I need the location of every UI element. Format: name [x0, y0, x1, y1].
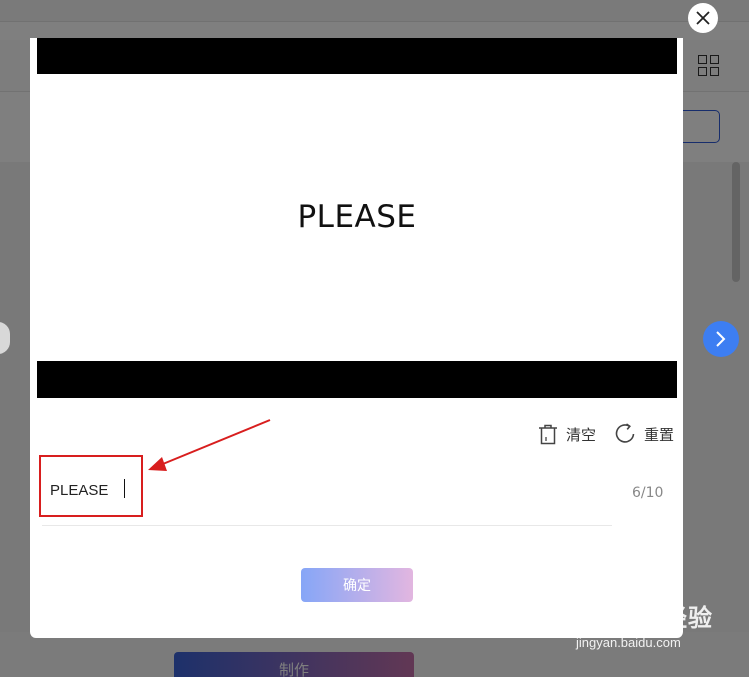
- close-button[interactable]: [688, 3, 718, 33]
- text-edit-modal: PLEASE 清空 重置 6/10 确定: [30, 38, 683, 638]
- preview-frame: PLEASE: [37, 74, 677, 361]
- clear-label: 清空: [566, 425, 597, 444]
- preview-text: PLEASE: [297, 198, 417, 235]
- next-arrow-button[interactable]: [703, 321, 739, 357]
- confirm-button[interactable]: 确定: [301, 568, 413, 602]
- baidu-watermark: Bai du 经验 jingyan.baidu.com: [576, 598, 713, 650]
- annotation-highlight-box: [39, 455, 143, 517]
- character-counter: 6/10: [632, 485, 664, 501]
- close-icon: [696, 11, 710, 25]
- reset-label: 重置: [644, 425, 675, 444]
- clear-button[interactable]: 清空: [538, 424, 596, 445]
- chevron-right-icon: [716, 331, 726, 347]
- reset-button[interactable]: 重置: [614, 423, 674, 445]
- action-bar: 清空 重置: [520, 422, 674, 446]
- video-preview: PLEASE: [37, 38, 677, 398]
- watermark-url: jingyan.baidu.com: [576, 635, 681, 650]
- annotation-arrow-icon: [148, 419, 271, 471]
- trash-icon: [539, 424, 557, 444]
- watermark-logo: Bai du 经验: [576, 605, 714, 632]
- refresh-icon: [615, 423, 635, 443]
